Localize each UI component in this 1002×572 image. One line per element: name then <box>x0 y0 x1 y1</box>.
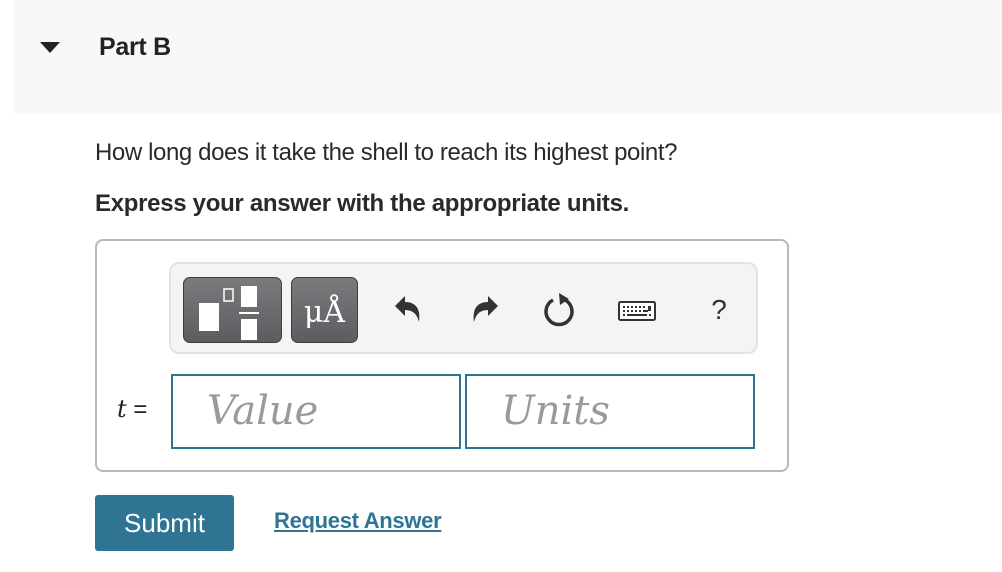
value-input[interactable]: Value <box>171 374 461 449</box>
part-header: Part B <box>14 0 1002 114</box>
request-answer-link[interactable]: Request Answer <box>274 508 442 534</box>
units-placeholder: Units <box>501 388 610 434</box>
templates-icon <box>199 286 259 340</box>
question-text: How long does it take the shell to reach… <box>95 139 678 166</box>
part-title: Part B <box>99 33 171 61</box>
help-icon: ? <box>711 294 727 325</box>
variable-symbol: t <box>117 395 127 423</box>
equals-sign: = <box>133 396 148 423</box>
instruction-text: Express your answer with the appropriate… <box>95 190 630 217</box>
units-input[interactable]: Units <box>465 374 755 449</box>
undo-icon[interactable] <box>389 290 429 330</box>
units-icon: μÅ <box>303 295 346 330</box>
keyboard-icon[interactable] <box>617 290 657 330</box>
help-button[interactable]: ? <box>699 290 739 330</box>
templates-button[interactable] <box>183 277 282 343</box>
reset-icon[interactable] <box>539 290 579 330</box>
units-button[interactable]: μÅ <box>291 277 358 343</box>
value-placeholder: Value <box>207 388 319 434</box>
submit-button[interactable]: Submit <box>95 495 234 551</box>
answer-variable-label: t = <box>117 395 147 424</box>
math-toolbar: μÅ ? <box>169 262 758 354</box>
collapse-caret-icon[interactable] <box>40 42 60 53</box>
redo-icon[interactable] <box>464 290 504 330</box>
